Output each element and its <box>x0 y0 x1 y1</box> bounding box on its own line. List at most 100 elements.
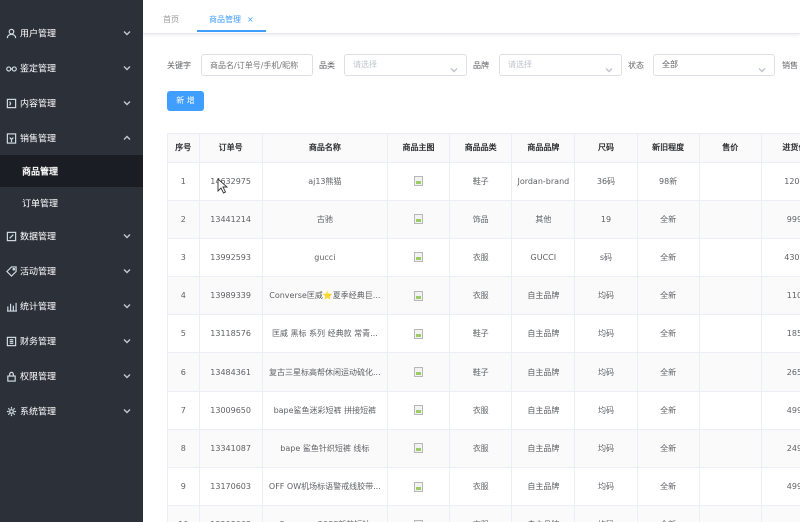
table-cell: 鞋子 <box>449 162 513 201</box>
table-cell: 全新 <box>637 238 700 278</box>
table-cell: 8 <box>168 429 200 469</box>
product-image-cell <box>387 238 451 278</box>
status-value: 全部 <box>662 60 678 69</box>
table-row[interactable]: 313992593gucci 衣服GUCCIs码全新 4300 <box>168 238 800 278</box>
menu-sales-management[interactable]: 销售管理 <box>0 121 143 155</box>
menu-label: 用户管理 <box>20 29 57 40</box>
chevron-up-icon <box>123 134 131 142</box>
column-header[interactable]: 新旧程度 <box>637 134 700 163</box>
table-cell: 13989339 <box>199 276 263 316</box>
column-header[interactable]: 售价 <box>699 134 762 163</box>
table-cell: 鞋子 <box>449 314 513 354</box>
menu-statistics-management[interactable]: 统计管理 <box>0 289 143 323</box>
column-header[interactable]: 订单号 <box>199 134 263 163</box>
table-cell: 13992593 <box>199 238 263 278</box>
submenu-label: 订单管理 <box>22 199 59 210</box>
brand-select[interactable]: 请选择 <box>499 54 622 76</box>
table-cell: 均码 <box>574 467 638 507</box>
broken-image-icon[interactable] <box>414 367 424 378</box>
table-cell: 均码 <box>574 276 638 316</box>
product-image-cell <box>387 391 451 430</box>
chevron-down-icon <box>123 407 131 415</box>
column-header[interactable]: 商品名称 <box>262 134 388 163</box>
column-header[interactable]: 商品品牌 <box>511 134 576 163</box>
table-row[interactable]: 613484361复古三星标高帮休闲运动硫化... 鞋子自主品牌均码全新 265 <box>168 352 800 392</box>
table-cell: 均码 <box>574 429 638 469</box>
menu-appraisal-management[interactable]: 鉴定管理 <box>0 51 143 85</box>
sidebar: 用户管理 鉴定管理 内容管理 销售管理 商品管理 订单管理 数据管理 活动管理 … <box>0 0 143 522</box>
menu-finance-management[interactable]: 财务管理 <box>0 324 143 358</box>
broken-image-icon[interactable] <box>414 481 424 492</box>
table-row[interactable]: 1013208063Supreme 20SS新款短袖 衣服自主品牌均码全新 <box>168 505 800 522</box>
menu-label: 活动管理 <box>20 267 57 278</box>
column-header[interactable]: 序号 <box>168 134 200 163</box>
table-cell <box>699 505 762 522</box>
submenu-product-management[interactable]: 商品管理 <box>0 155 143 187</box>
table-cell: gucci <box>262 238 388 278</box>
menu-content-management[interactable]: 内容管理 <box>0 86 143 120</box>
table-cell: 4 <box>168 276 200 316</box>
broken-image-icon[interactable] <box>414 443 424 454</box>
table-cell: 全新 <box>637 276 700 316</box>
table-cell: bape 鲨鱼针织短裤 线标 <box>262 429 388 469</box>
broken-image-icon[interactable] <box>414 252 424 263</box>
table-cell: 13484361 <box>199 352 263 392</box>
lock-icon <box>5 370 17 382</box>
table-cell: 全新 <box>637 391 700 430</box>
column-header[interactable]: 尺码 <box>574 134 638 163</box>
category-select[interactable]: 请选择 <box>344 54 467 76</box>
broken-image-icon[interactable] <box>414 214 424 225</box>
table-row[interactable]: 4 13989339 Converse匡威⭐夏季经典巨... 衣服 自主品牌 均码 全新 11… <box>168 276 800 316</box>
column-header[interactable]: 商品主图 <box>387 134 451 163</box>
table-cell: 14632975 <box>199 162 263 201</box>
product-image-cell <box>387 162 451 201</box>
menu-activity-management[interactable]: 活动管理 <box>0 254 143 288</box>
table-row[interactable]: 713009650bape鲨鱼迷彩短裤 拼接短裤 衣服自主品牌均码全新 499 <box>168 391 800 430</box>
table-cell: 均码 <box>574 314 638 354</box>
table-cell <box>699 200 762 239</box>
tab-home[interactable]: 首页 <box>163 8 179 32</box>
table-cell: 均码 <box>574 391 638 430</box>
menu-system-management[interactable]: 系统管理 <box>0 394 143 428</box>
table-row[interactable]: 913170603OFF OW机场标语警戒线胶带... 衣服自主品牌均码全新 499 <box>168 467 800 507</box>
table-cell: 1 <box>168 162 200 201</box>
status-label: 状态 <box>628 61 644 70</box>
table-row[interactable]: 813341087bape 鲨鱼针织短裤 线标 衣服自主品牌均码全新 249 <box>168 429 800 469</box>
product-image-cell <box>387 505 451 522</box>
table-cell: 衣服 <box>449 238 513 278</box>
table-cell: Jordan-brand <box>511 162 576 201</box>
table-cell: 13341087 <box>199 429 263 469</box>
menu-permission-management[interactable]: 权限管理 <box>0 359 143 393</box>
add-button[interactable]: 新 增 <box>167 91 204 111</box>
product-image-cell <box>387 200 451 239</box>
table-cell <box>761 505 800 522</box>
chevron-down-icon <box>123 29 131 37</box>
chevron-down-icon <box>605 62 613 73</box>
broken-image-icon[interactable] <box>414 176 424 187</box>
broken-image-icon[interactable] <box>414 328 424 339</box>
table-cell: bape鲨鱼迷彩短裤 拼接短裤 <box>262 391 388 430</box>
tab-product-management[interactable]: 商品管理 × <box>197 8 266 32</box>
chevron-down-icon <box>123 232 131 240</box>
menu-user-management[interactable]: 用户管理 <box>0 16 143 50</box>
table-cell: 3 <box>168 238 200 278</box>
table-cell: Supreme 20SS新款短袖 <box>262 505 388 522</box>
broken-image-icon[interactable] <box>414 290 424 301</box>
table-row[interactable]: 114632975aj13熊猫 鞋子Jordan-brand36码98新 1200 <box>168 162 800 201</box>
table-cell: 6 <box>168 352 200 392</box>
menu-data-management[interactable]: 数据管理 <box>0 219 143 253</box>
column-header[interactable]: 商品品类 <box>449 134 513 163</box>
submenu-order-management[interactable]: 订单管理 <box>0 187 143 219</box>
column-header[interactable]: 进货价 <box>761 134 800 163</box>
broken-image-icon[interactable] <box>414 405 424 416</box>
keyword-input[interactable] <box>201 54 313 76</box>
table-cell: 185 <box>761 314 800 354</box>
brand-label: 品牌 <box>473 61 489 70</box>
menu-label: 系统管理 <box>20 407 57 418</box>
status-select[interactable]: 全部 <box>653 54 775 76</box>
table-row[interactable]: 513118576匡威 黑标 系列 经典款 常青... 鞋子自主品牌均码全新 185 <box>168 314 800 354</box>
table-cell: 1200 <box>761 162 800 201</box>
close-icon[interactable]: × <box>247 15 254 24</box>
tag-icon <box>5 265 17 277</box>
table-row[interactable]: 213441214古驰 饰品其他19全新 999 <box>168 200 800 239</box>
